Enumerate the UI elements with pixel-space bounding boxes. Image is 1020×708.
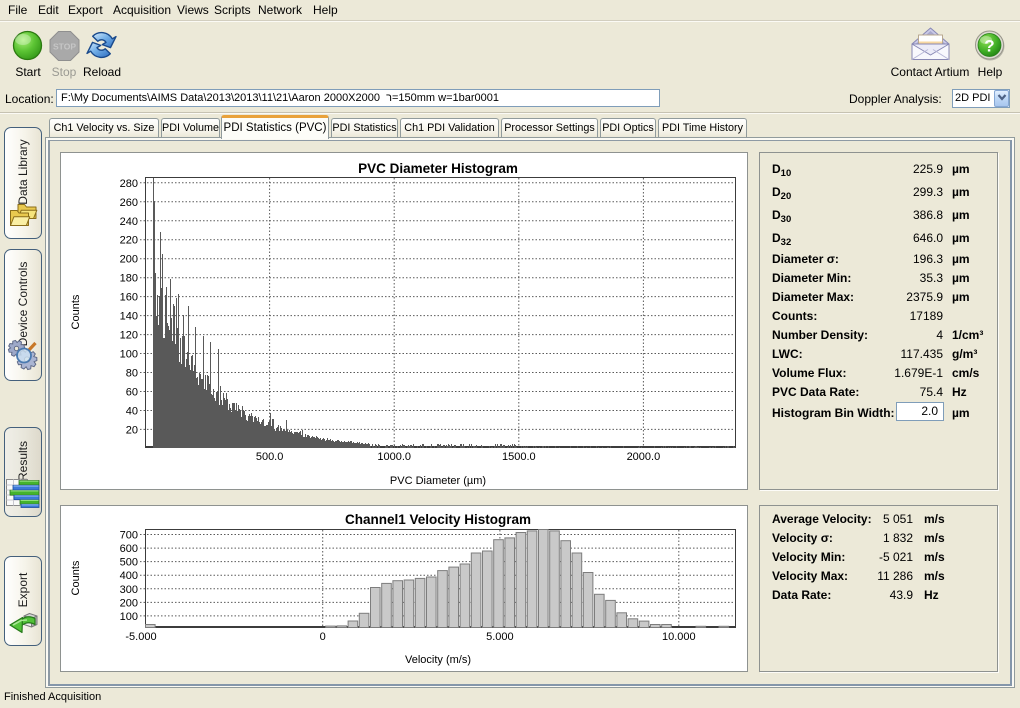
svg-text:200: 200 (120, 254, 138, 266)
svg-text:600: 600 (120, 543, 138, 555)
svg-text:60: 60 (126, 387, 138, 399)
svg-text:120: 120 (120, 330, 138, 342)
svg-text:100: 100 (120, 349, 138, 361)
svg-text:140: 140 (120, 311, 138, 323)
svg-text:300: 300 (120, 584, 138, 596)
svg-text:0: 0 (320, 631, 326, 643)
svg-text:220: 220 (120, 235, 138, 247)
svg-text:10.000: 10.000 (662, 631, 696, 643)
svg-text:260: 260 (120, 197, 138, 209)
svg-text:?: ? (984, 37, 994, 56)
svg-text:1000.0: 1000.0 (377, 451, 411, 463)
svg-text:400: 400 (120, 570, 138, 582)
svg-text:280: 280 (120, 178, 138, 190)
svg-text:180: 180 (120, 273, 138, 285)
svg-text:Channel1 Velocity Histogram: Channel1 Velocity Histogram (345, 512, 531, 527)
svg-text:100: 100 (120, 611, 138, 623)
svg-text:5.000: 5.000 (486, 631, 514, 643)
svg-text:PVC Diameter (µm): PVC Diameter (µm) (390, 475, 486, 487)
svg-text:40: 40 (126, 406, 138, 418)
svg-text:200: 200 (120, 597, 138, 609)
svg-text:Counts: Counts (70, 560, 82, 595)
svg-text:500.0: 500.0 (256, 451, 284, 463)
svg-text:2000.0: 2000.0 (627, 451, 661, 463)
svg-text:-5.000: -5.000 (125, 631, 156, 643)
svg-text:240: 240 (120, 216, 138, 228)
svg-text:700: 700 (120, 530, 138, 542)
svg-text:Velocity (m/s): Velocity (m/s) (405, 654, 471, 666)
svg-text:STOP: STOP (53, 42, 76, 52)
svg-text:20: 20 (126, 424, 138, 436)
svg-text:PVC Diameter Histogram: PVC Diameter Histogram (358, 161, 518, 176)
svg-text:1500.0: 1500.0 (502, 451, 536, 463)
svg-text:160: 160 (120, 292, 138, 304)
svg-text:500: 500 (120, 557, 138, 569)
svg-text:Counts: Counts (70, 294, 82, 329)
svg-text:80: 80 (126, 368, 138, 380)
